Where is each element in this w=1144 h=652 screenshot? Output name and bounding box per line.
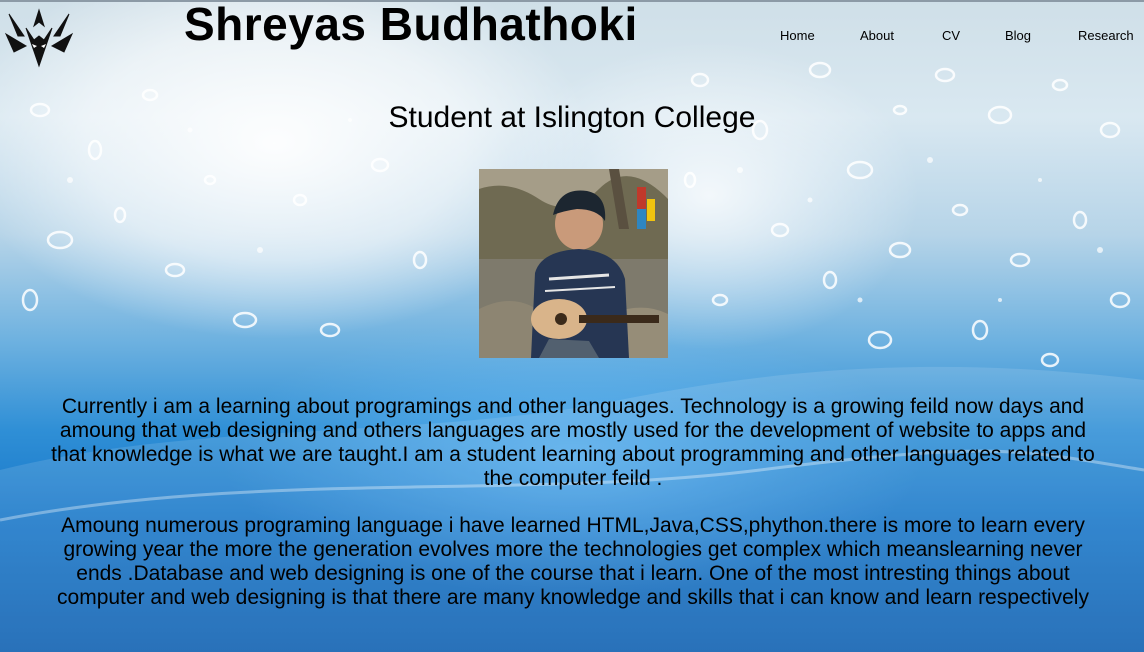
nav-blog[interactable]: Blog xyxy=(1005,28,1031,44)
languages-paragraph: Amoung numerous programing language i ha… xyxy=(57,514,1089,609)
nav-cv[interactable]: CV xyxy=(942,28,960,44)
nav-about[interactable]: About xyxy=(860,28,894,44)
intro-paragraph: Currently i am a learning about programi… xyxy=(51,395,1095,490)
nav-home[interactable]: Home xyxy=(780,28,815,44)
nav-research[interactable]: Research xyxy=(1078,28,1134,44)
main-nav: Home About CV Blog Research xyxy=(0,28,1144,46)
page-subtitle: Student at Islington College xyxy=(388,101,756,134)
profile-photo xyxy=(479,169,668,358)
